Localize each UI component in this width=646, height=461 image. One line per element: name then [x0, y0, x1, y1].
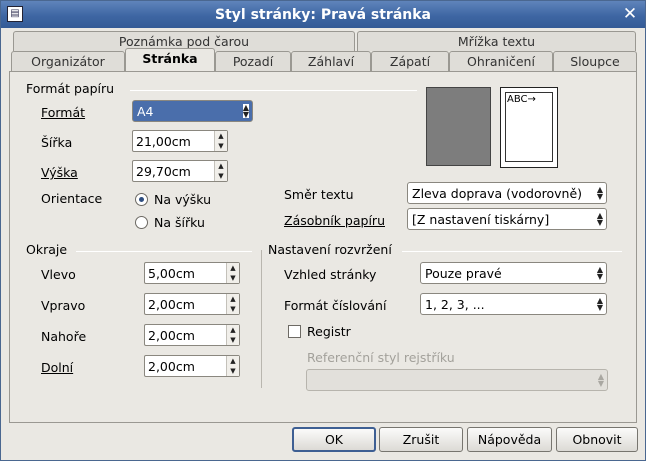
portrait-label[interactable]: Na výšku	[154, 192, 211, 207]
margin-top-spinner[interactable]: 2,00cm ▲ ▼	[144, 324, 240, 346]
preview-text: ABC→	[507, 94, 536, 105]
spin-up-icon[interactable]: ▲	[227, 263, 239, 273]
title-bar: ▤ Styl stránky: Pravá stránka ✕	[1, 1, 645, 28]
spin-down-icon[interactable]: ▼	[227, 273, 239, 283]
page-preview-left	[426, 87, 491, 166]
format-combo[interactable]: A4 ▲ ▼	[132, 100, 253, 122]
margin-bottom-spinner[interactable]: 2,00cm ▲ ▼	[144, 355, 240, 377]
height-value: 29,70cm	[136, 164, 191, 179]
tab-organizer[interactable]: Organizátor	[11, 51, 125, 71]
divider	[130, 90, 417, 91]
text-direction-value: Zleva doprava (vodorovně)	[412, 186, 583, 201]
format-label: Formát	[41, 105, 86, 120]
height-spinner[interactable]: 29,70cm ▲ ▼	[132, 160, 228, 182]
page-style-dialog: ▤ Styl stránky: Pravá stránka ✕ Poznámka…	[0, 0, 646, 461]
page-preview-right: ABC→	[500, 87, 558, 168]
page-tab-panel: Formát papíru Formát A4 ▲ ▼ Šířka 21,00cm…	[9, 71, 637, 423]
spin-down-icon[interactable]: ▼	[227, 335, 239, 345]
reference-style-combo[interactable]: ▲ ▼	[306, 369, 608, 391]
paper-format-heading: Formát papíru	[26, 81, 115, 96]
page-layout-combo[interactable]: Pouze pravé ▲ ▼	[420, 262, 607, 284]
width-spinner[interactable]: 21,00cm ▲ ▼	[132, 130, 228, 152]
tab-text-grid[interactable]: Mřížka textu	[357, 31, 636, 51]
preview-text-area: ABC→	[505, 92, 553, 162]
margin-bottom-value: 2,00cm	[148, 359, 195, 374]
margin-right-label: Vpravo	[41, 298, 86, 313]
tab-background[interactable]: Pozadí	[215, 51, 291, 71]
spin-up-icon[interactable]: ▲	[227, 325, 239, 335]
page-layout-value: Pouze pravé	[425, 266, 502, 281]
margin-right-spinner[interactable]: 2,00cm ▲ ▼	[144, 293, 240, 315]
tab-columns[interactable]: Sloupce	[553, 51, 637, 71]
register-checkbox[interactable]	[288, 325, 301, 338]
numbering-format-value: 1, 2, 3, ...	[425, 297, 485, 312]
height-label: Výška	[41, 165, 78, 180]
landscape-radio[interactable]	[135, 216, 148, 229]
window-menu-icon[interactable]: ▤	[7, 6, 23, 22]
close-icon[interactable]: ✕	[621, 5, 639, 23]
paper-tray-label: Zásobník papíru	[284, 213, 385, 228]
divider	[76, 251, 252, 252]
margin-top-label: Nahoře	[41, 329, 87, 344]
spin-down-icon[interactable]: ▼	[215, 171, 227, 181]
page-layout-label: Vzhled stránky	[284, 267, 377, 282]
text-direction-combo[interactable]: Zleva doprava (vodorovně) ▲ ▼	[407, 182, 607, 204]
text-direction-label: Směr textu	[284, 187, 354, 202]
help-button[interactable]: Nápověda	[467, 427, 552, 452]
margin-bottom-label: Dolní	[41, 360, 74, 375]
numbering-format-combo[interactable]: 1, 2, 3, ... ▲ ▼	[420, 293, 607, 315]
divider	[402, 251, 622, 252]
numbering-format-label: Formát číslování	[284, 298, 387, 313]
chevron-updown-icon: ▲ ▼	[597, 372, 604, 388]
spin-up-icon[interactable]: ▲	[215, 161, 227, 171]
margin-left-value: 5,00cm	[148, 266, 195, 281]
window-title: Styl stránky: Pravá stránka	[215, 6, 431, 23]
margin-right-value: 2,00cm	[148, 297, 195, 312]
paper-tray-value: [Z nastavení tiskárny]	[412, 212, 550, 227]
margin-top-value: 2,00cm	[148, 328, 195, 343]
spin-down-icon[interactable]: ▼	[215, 141, 227, 151]
tab-borders[interactable]: Ohraničení	[449, 51, 553, 71]
landscape-label[interactable]: Na šířku	[154, 215, 205, 230]
chevron-updown-icon: ▲ ▼	[242, 103, 249, 119]
tab-page[interactable]: Stránka	[125, 48, 215, 71]
margins-heading: Okraje	[26, 242, 68, 257]
chevron-updown-icon: ▲ ▼	[596, 211, 603, 227]
portrait-radio[interactable]	[135, 193, 148, 206]
chevron-updown-icon: ▲ ▼	[596, 296, 603, 312]
register-label[interactable]: Registr	[307, 324, 351, 339]
vertical-divider	[261, 250, 262, 388]
ok-button[interactable]: OK	[292, 427, 376, 452]
spin-up-icon[interactable]: ▲	[227, 356, 239, 366]
cancel-button[interactable]: Zrušit	[379, 427, 463, 452]
chevron-updown-icon: ▲ ▼	[596, 265, 603, 281]
format-value: A4	[137, 104, 154, 119]
tab-header[interactable]: Záhlaví	[291, 51, 371, 71]
margin-left-spinner[interactable]: 5,00cm ▲ ▼	[144, 262, 240, 284]
margin-left-label: Vlevo	[41, 267, 76, 282]
orientation-label: Orientace	[41, 191, 103, 206]
spin-down-icon[interactable]: ▼	[227, 304, 239, 314]
chevron-updown-icon: ▲ ▼	[596, 185, 603, 201]
width-value: 21,00cm	[136, 134, 191, 149]
spin-up-icon[interactable]: ▲	[215, 131, 227, 141]
spin-down-icon[interactable]: ▼	[227, 366, 239, 376]
reference-style-label: Referenční styl rejstříku	[307, 350, 455, 365]
layout-heading: Nastavení rozvržení	[268, 242, 392, 257]
paper-tray-combo[interactable]: [Z nastavení tiskárny] ▲ ▼	[407, 208, 607, 230]
tab-footer[interactable]: Zápatí	[371, 51, 449, 71]
spin-up-icon[interactable]: ▲	[227, 294, 239, 304]
reset-button[interactable]: Obnovit	[556, 427, 638, 452]
width-label: Šířka	[41, 135, 73, 150]
